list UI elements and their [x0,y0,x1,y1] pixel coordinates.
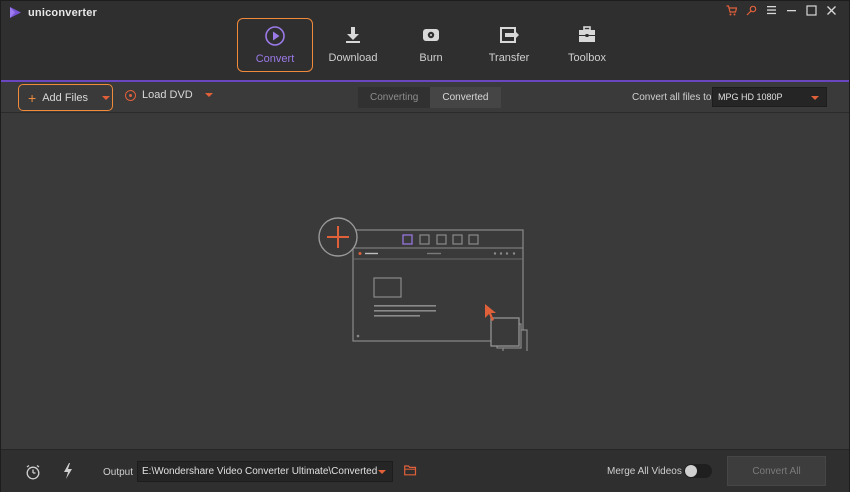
merge-videos-toggle[interactable] [684,464,712,478]
tab-convert-label: Convert [255,53,295,65]
toolbox-icon [576,24,598,46]
window-controls [725,4,837,16]
maximize-icon[interactable] [805,4,817,16]
download-icon [342,24,364,46]
alarm-clock-icon[interactable] [25,464,41,480]
convert-icon [264,25,286,47]
brand: uniconverter [9,6,97,19]
toggle-knob [685,465,697,477]
tab-toolbox[interactable]: Toolbox [549,18,625,72]
tab-transfer[interactable]: Transfer [471,18,547,72]
toolbar: + Add Files Load DVD Converting Converte… [1,82,849,113]
lightning-icon[interactable] [63,463,73,479]
app-name: uniconverter [28,6,98,19]
output-format-value: MPG HD 1080P [718,92,783,102]
tab-burn-label: Burn [419,52,443,64]
tab-burn[interactable]: Burn [393,18,469,72]
tab-transfer-label: Transfer [488,52,530,64]
header: uniconverter Convert Download Burn Trans… [1,1,849,82]
tab-download-label: Download [328,52,378,64]
chevron-down-icon[interactable] [204,93,213,97]
load-dvd-button[interactable]: Load DVD [125,89,213,101]
burn-icon [420,24,442,46]
app-window: uniconverter Convert Download Burn Trans… [0,0,850,492]
chevron-down-icon[interactable] [102,95,111,100]
transfer-icon [498,24,520,46]
close-icon[interactable] [825,4,837,16]
chevron-down-icon [378,470,386,474]
output-format-select[interactable]: MPG HD 1080P [712,87,827,107]
main-tabs: Convert Download Burn Transfer Toolbox [237,18,627,72]
tab-converted[interactable]: Converted [430,87,501,108]
merge-all-videos-label: Merge All Videos [607,466,682,477]
minimize-icon[interactable] [785,4,797,16]
key-icon[interactable] [745,4,757,16]
add-files-label: Add Files [42,91,89,104]
add-files-button[interactable]: + Add Files [18,84,113,111]
tab-converting[interactable]: Converting [358,87,431,108]
file-drop-area[interactable] [1,113,849,449]
chevron-down-icon [811,96,819,100]
convert-all-button[interactable]: Convert All [727,456,826,486]
tab-download[interactable]: Download [315,18,391,72]
dvd-icon [125,89,136,101]
bottom-bar: Output E:\Wondershare Video Converter Ul… [1,449,849,492]
menu-icon[interactable] [765,4,777,16]
plus-icon: + [28,89,37,106]
convert-all-files-label: Convert all files to: [632,92,715,103]
cart-icon[interactable] [725,4,737,16]
load-dvd-label: Load DVD [142,89,193,101]
status-segmented-control: Converting Converted [358,87,501,108]
output-path-value: E:\Wondershare Video Converter Ultimate\… [142,466,378,477]
output-label: Output [103,467,134,478]
add-files-illustration[interactable] [317,216,532,351]
folder-icon[interactable] [404,465,417,476]
tab-convert[interactable]: Convert [237,18,313,72]
output-path-select[interactable]: E:\Wondershare Video Converter Ultimate\… [137,461,393,482]
tab-toolbox-label: Toolbox [568,52,606,64]
app-logo-icon [10,7,21,18]
